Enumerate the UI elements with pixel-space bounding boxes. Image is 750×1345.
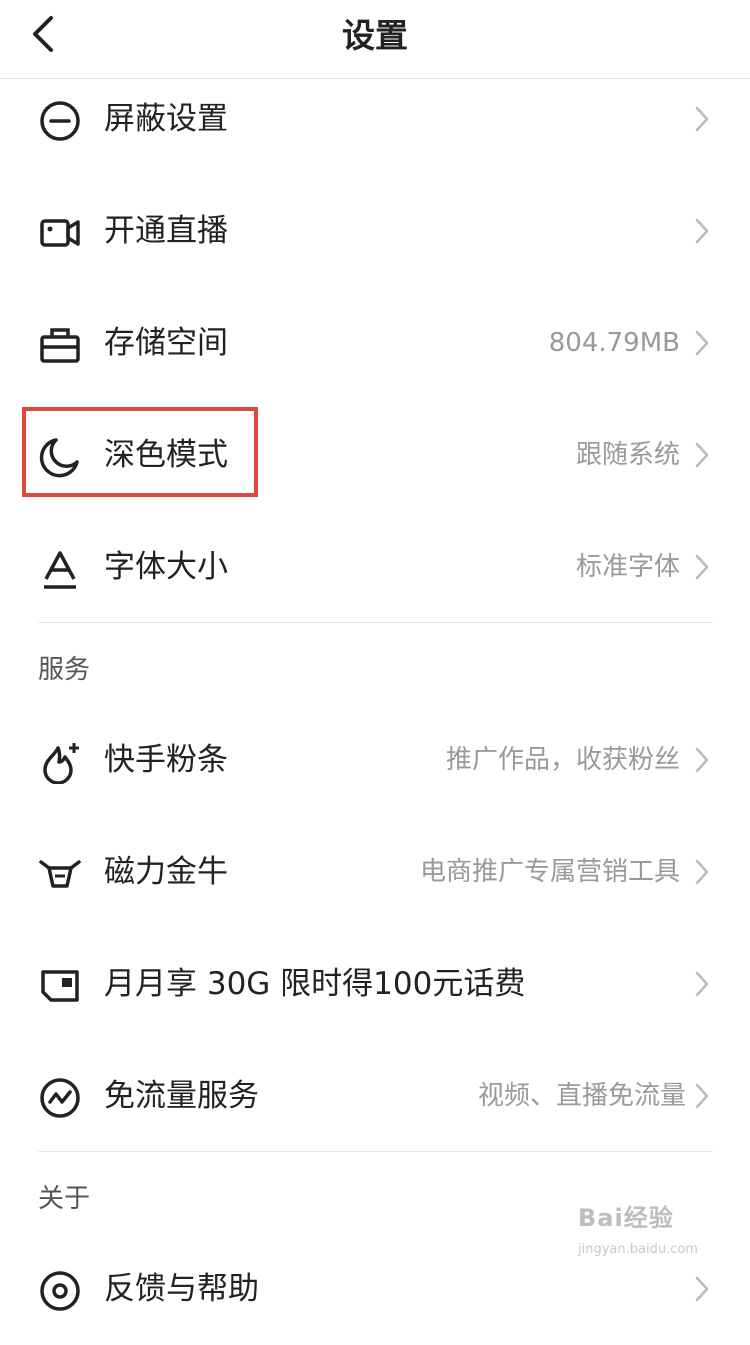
page-title: 设置: [342, 16, 408, 55]
service-value: 视频、直播免流量: [477, 1081, 686, 1111]
storage-box-icon: [38, 323, 82, 367]
storage-size-value: 804.79MB: [548, 328, 680, 358]
moon-icon: [38, 435, 82, 479]
about-label: 反馈与帮助: [104, 1271, 259, 1307]
bull-icon: [38, 852, 82, 896]
service-value: 推广作品，收获粉丝: [445, 745, 680, 775]
section-divider: [38, 1151, 713, 1152]
service-label: 磁力金牛: [104, 854, 228, 890]
setting-label: 存储空间: [104, 325, 228, 361]
about-row-help[interactable]: 反馈与帮助: [0, 1233, 750, 1345]
fire-plus-icon: [38, 740, 82, 784]
chevron-right-icon: [695, 554, 709, 580]
chevron-right-icon: [695, 747, 709, 773]
setting-label: 字体大小: [104, 549, 228, 585]
chevron-right-icon: [695, 1083, 709, 1109]
service-label: 月月享 30G 限时得100元话费: [104, 966, 526, 1002]
setting-row-live[interactable]: 开通直播: [0, 175, 750, 287]
service-row-fans[interactable]: 快手粉条 推广作品，收获粉丝: [0, 704, 750, 816]
setting-label: 深色模式: [104, 437, 228, 473]
dark-mode-value: 跟随系统: [575, 440, 680, 470]
setting-row-block[interactable]: 屏蔽设置: [0, 63, 750, 175]
section-divider: [38, 622, 713, 623]
block-icon: [38, 99, 82, 143]
setting-label: 屏蔽设置: [104, 101, 228, 137]
setting-row-storage[interactable]: 存储空间 804.79MB: [0, 287, 750, 399]
watermark-brand: Bai经验: [578, 1204, 674, 1232]
font-size-icon: [38, 547, 82, 591]
service-row-bull[interactable]: 磁力金牛 电商推广专属营销工具: [0, 816, 750, 928]
setting-label: 开通直播: [104, 213, 228, 249]
free-data-icon: [38, 1076, 82, 1120]
section-title-about: 关于: [38, 1184, 91, 1214]
service-value: 电商推广专属营销工具: [419, 857, 680, 887]
video-camera-icon: [38, 211, 82, 255]
chevron-right-icon: [695, 218, 709, 244]
chevron-right-icon: [695, 106, 709, 132]
chevron-right-icon: [695, 330, 709, 356]
setting-row-dark-mode[interactable]: 深色模式 跟随系统: [0, 399, 750, 511]
setting-row-font-size[interactable]: 字体大小 标准字体: [0, 511, 750, 623]
chevron-right-icon: [695, 971, 709, 997]
service-label: 快手粉条: [104, 742, 228, 778]
sim-card-icon: [38, 964, 82, 1008]
service-label: 免流量服务: [104, 1078, 259, 1114]
help-icon: [38, 1269, 82, 1313]
chevron-right-icon: [695, 1276, 709, 1302]
chevron-right-icon: [695, 859, 709, 885]
chevron-right-icon: [695, 442, 709, 468]
service-row-data-plan[interactable]: 月月享 30G 限时得100元话费: [0, 928, 750, 1040]
section-title-services: 服务: [38, 655, 91, 685]
font-size-value: 标准字体: [575, 552, 680, 582]
service-row-free-data[interactable]: 免流量服务 视频、直播免流量: [0, 1040, 750, 1152]
